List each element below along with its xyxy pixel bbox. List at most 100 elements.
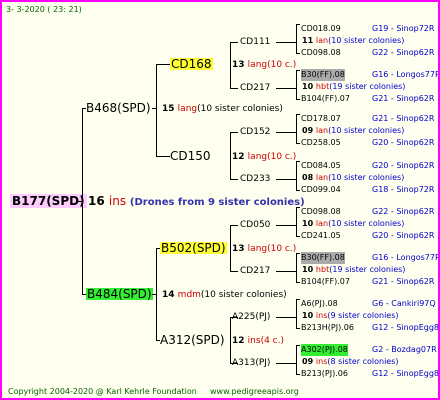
connector-line [156,156,170,157]
ancestor-mating-4: 08 lan(10 sister colonies) [302,172,404,184]
connector-line [296,374,300,375]
ancestor-top-1: CD018.09 [301,24,341,33]
bracket-g3-2 [296,70,297,99]
copyright-notice: Copyright 2004-2020 @ Karl Kehrle Founda… [8,387,197,396]
ancestor-top-3: CD178.07 [301,114,341,123]
colony-count: 08 [302,173,316,182]
bracket-g2-2 [230,132,231,179]
grandparent-mating-2: 12 lang(10 c.) [232,151,296,163]
connector-line [276,42,296,43]
sister-colonies-note: (10 sister colonies) [197,104,283,114]
ancestor-mating-5: 10 lan(10 sister colonies) [302,218,404,230]
ancestor-top-7: A6(PJ).08 [301,299,338,308]
connector-line [230,271,238,272]
colony-count: 11 [302,36,316,45]
ancestor-bottom-ref-5: G20 - Sinop62R [372,231,435,240]
ancestor-top-5: CD098.08 [301,207,341,216]
grandparent-queen-3: B502(SPD) [160,241,227,255]
colony-count: 10 [302,311,316,320]
ancestor-bottom-ref-3: G20 - Sinop62R [372,138,435,147]
ancestor-bottom-ref-2: G21 - Sinop62R [372,94,435,103]
location-tag: lan [315,126,329,135]
sister-colonies-note: (10 sister colonies) [328,219,405,228]
bracket-g3-7 [296,299,297,328]
ancestor-top-ref-7: G6 - Cankiri97Q [372,299,436,308]
connector-line [296,114,300,115]
colony-count: 09 [302,126,316,135]
sister-colonies-note: (10 c.) [267,152,297,162]
location-tag: ins [108,194,130,208]
colony-count: 13 [232,244,248,254]
date-stamp: 3- 3-2020 ( 23: 21) [6,5,82,14]
root-queen: B177(SPD) [10,194,87,208]
bracket-g1-1 [156,64,157,156]
connector-line [78,201,82,202]
ancestor-bottom-4: CD099.04 [301,185,341,194]
connector-line [296,299,300,300]
connector-line [276,132,296,133]
ancestor-top-ref-8: G2 - Bozdag07R [372,345,437,354]
ancestor-mating-7: 10 ins(9 sister colonies) [302,310,399,322]
location-tag: ins [315,311,328,320]
colony-count: 15 [162,104,178,114]
great-grandparent-4: CD233 [240,174,271,184]
colony-count: 10 [302,219,316,228]
connector-line [296,53,300,54]
grandparent-queen-1: CD168 [170,57,213,71]
connector-line [152,294,156,295]
parent-queen-2: B484(SPD) [86,287,153,301]
ancestor-mating-6: 10 hbt(19 sister colonies) [302,264,405,276]
bracket-g2-3 [230,225,231,271]
connector-line [296,282,300,283]
connector-line [230,225,238,226]
colony-count: 12 [232,336,248,346]
sister-colonies-note: (10 sister colonies) [328,126,405,135]
bracket-g3-8 [296,345,297,374]
colony-count: 09 [302,357,316,366]
parent-mating-1: 15 lang(10 sister colonies) [162,103,283,115]
sister-colonies-note: (8 sister colonies) [327,357,399,366]
location-tag: hbt [315,82,330,91]
ancestor-top-2: B30(FF).08 [301,69,345,81]
ancestor-bottom-3: CD258.05 [301,138,341,147]
colony-count: 16 [88,194,109,208]
connector-line [296,99,300,100]
connector-line [276,271,296,272]
grandparent-queen-2: CD150 [170,149,211,163]
ancestor-bottom-ref-6: G21 - Sinop62R [372,277,435,286]
ancestor-top-ref-4: G20 - Sinop62R [372,161,435,170]
great-grandparent-8: A313(PJ) [232,358,271,368]
connector-line [296,161,300,162]
connector-line [230,179,238,180]
colony-count: 12 [232,152,248,162]
connector-line [296,328,300,329]
grandparent-mating-1: 13 lang(10 c.) [232,59,296,71]
sister-colonies-note: (19 sister colonies) [329,82,406,91]
location-tag: lan [315,219,329,228]
bracket-g1-2 [156,248,157,340]
grandparent-mating-3: 13 lang(10 c.) [232,243,296,255]
connector-line [276,179,296,180]
ancestor-top-8: A302(PJ).08 [301,344,348,356]
sister-colonies-note: (9 sister colonies) [327,311,399,320]
great-grandparent-7: A225(PJ) [232,312,271,322]
location-tag: lang [247,152,268,162]
ancestor-top-ref-3: G21 - Sinop62R [372,114,435,123]
connector-line [276,225,296,226]
colony-count: 13 [232,60,248,70]
connector-line [296,70,300,71]
ancestor-top-ref-5: G22 - Sinop62R [372,207,435,216]
connector-line [156,64,170,65]
connector-line [296,345,300,346]
connector-line [230,42,238,43]
great-grandparent-6: CD217 [240,266,271,276]
connector-line [230,132,238,133]
bracket-g2-1 [230,42,231,88]
drones-note: (Drones from 9 sister colonies) [129,197,305,208]
grandparent-mating-4: 12 ins(4 c.) [232,335,284,347]
ancestor-bottom-7: B213H(PJ).06 [301,323,354,332]
colony-count: 14 [162,290,178,300]
connector-line [296,253,300,254]
great-grandparent-3: CD152 [240,127,271,137]
parent-mating-2: 14 mdm(10 sister colonies) [162,289,287,301]
